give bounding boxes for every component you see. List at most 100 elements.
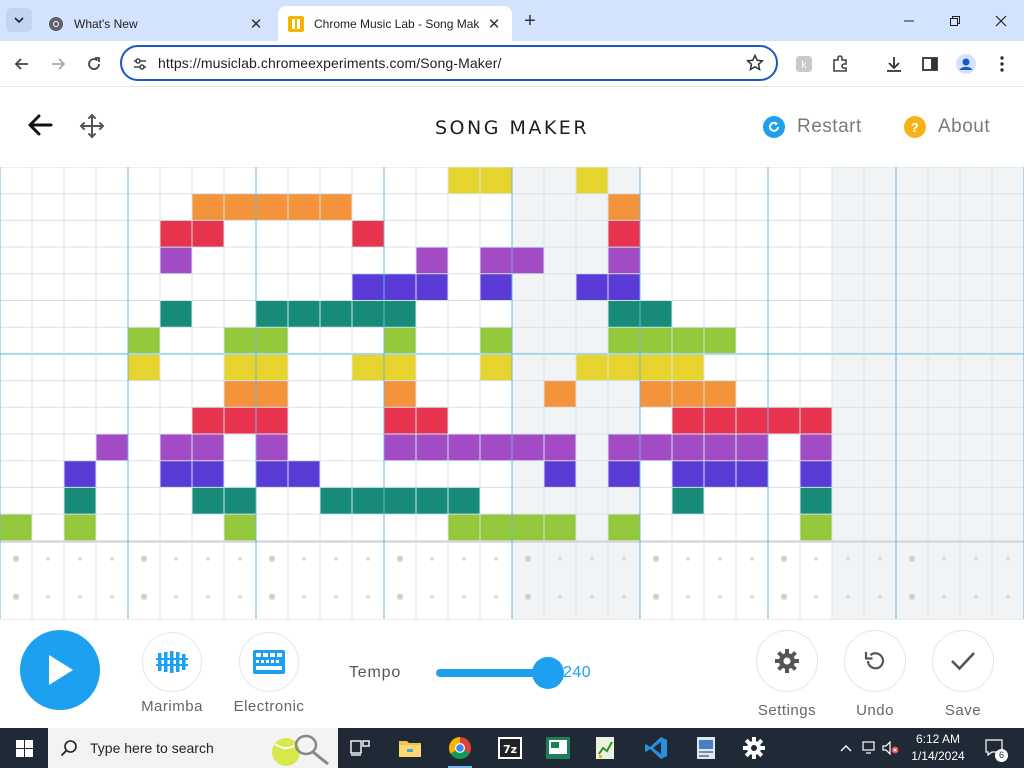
note-cell[interactable] bbox=[352, 300, 384, 328]
note-cell[interactable] bbox=[384, 300, 416, 328]
extension-icon[interactable]: k bbox=[794, 54, 814, 74]
chrome-app[interactable] bbox=[440, 728, 480, 768]
url-text[interactable]: https://musiclab.chromeexperiments.com/S… bbox=[158, 55, 501, 71]
marimba-button[interactable] bbox=[142, 632, 202, 692]
note-cell[interactable] bbox=[448, 487, 480, 515]
note-cell[interactable] bbox=[800, 407, 832, 434]
note-cell[interactable] bbox=[192, 460, 224, 488]
note-cell[interactable] bbox=[672, 353, 704, 381]
undo-control[interactable]: Undo bbox=[835, 630, 915, 719]
tab-search-button[interactable] bbox=[6, 8, 32, 32]
note-cell[interactable] bbox=[256, 353, 288, 381]
close-tab-icon[interactable]: ✕ bbox=[484, 14, 504, 34]
note-cell[interactable] bbox=[672, 327, 704, 354]
note-cell[interactable] bbox=[224, 487, 256, 515]
note-cell[interactable] bbox=[288, 460, 320, 488]
note-cell[interactable] bbox=[352, 273, 384, 301]
note-cell[interactable] bbox=[288, 193, 320, 221]
note-cell[interactable] bbox=[640, 300, 672, 328]
note-cell[interactable] bbox=[288, 300, 320, 328]
notification-center[interactable]: 6 bbox=[982, 728, 1008, 768]
note-cell[interactable] bbox=[160, 460, 192, 488]
note-cell[interactable] bbox=[160, 220, 192, 248]
note-cell[interactable] bbox=[704, 434, 736, 461]
tempo-slider-thumb[interactable] bbox=[531, 657, 564, 689]
note-cell[interactable] bbox=[384, 327, 416, 354]
percussion-cell[interactable] bbox=[942, 594, 946, 599]
note-cell[interactable] bbox=[256, 327, 288, 354]
forward-button[interactable] bbox=[44, 50, 72, 78]
note-cell[interactable] bbox=[352, 487, 384, 515]
undo-button[interactable] bbox=[844, 630, 906, 692]
note-cell[interactable] bbox=[800, 434, 832, 461]
extensions-button[interactable] bbox=[830, 54, 850, 74]
percussion-cell[interactable] bbox=[878, 556, 882, 561]
percussion-cell[interactable] bbox=[781, 555, 787, 562]
note-cell[interactable] bbox=[480, 353, 512, 381]
percussion-cell[interactable] bbox=[462, 594, 466, 599]
note-cell[interactable] bbox=[352, 353, 384, 381]
note-cell[interactable] bbox=[480, 167, 512, 194]
note-cell[interactable] bbox=[352, 220, 384, 248]
note-cell[interactable] bbox=[256, 300, 288, 328]
note-cell[interactable] bbox=[128, 353, 160, 381]
site-info-icon[interactable] bbox=[132, 56, 148, 72]
note-cell[interactable] bbox=[480, 434, 512, 461]
note-cell[interactable] bbox=[672, 460, 704, 488]
presentation-app[interactable] bbox=[538, 728, 578, 768]
percussion-cell[interactable] bbox=[686, 594, 690, 599]
note-cell[interactable] bbox=[704, 407, 736, 434]
save-button[interactable] bbox=[932, 630, 994, 692]
note-cell[interactable] bbox=[224, 327, 256, 354]
note-cell[interactable] bbox=[512, 434, 544, 461]
spreadsheet-app[interactable] bbox=[586, 728, 626, 768]
note-cell[interactable] bbox=[512, 514, 544, 541]
percussion-cell[interactable] bbox=[622, 556, 626, 561]
percussion-cell[interactable] bbox=[750, 556, 754, 561]
file-explorer-app[interactable] bbox=[390, 728, 430, 768]
note-cell[interactable] bbox=[192, 487, 224, 515]
about-button[interactable]: ? About bbox=[904, 115, 990, 139]
percussion-cell[interactable] bbox=[525, 555, 531, 562]
note-cell[interactable] bbox=[576, 167, 608, 194]
note-cell[interactable] bbox=[608, 460, 640, 488]
percussion-cell[interactable] bbox=[46, 594, 50, 599]
percussion-cell[interactable] bbox=[238, 594, 242, 599]
note-cell[interactable] bbox=[384, 380, 416, 408]
note-cell[interactable] bbox=[800, 514, 832, 541]
document-app[interactable] bbox=[686, 728, 726, 768]
note-cell[interactable] bbox=[320, 193, 352, 221]
start-button[interactable] bbox=[0, 728, 48, 768]
percussion-cell[interactable] bbox=[718, 556, 722, 561]
note-cell[interactable] bbox=[704, 460, 736, 488]
percussion-cell[interactable] bbox=[1006, 594, 1010, 599]
percussion-cell[interactable] bbox=[141, 555, 147, 562]
note-cell[interactable] bbox=[0, 514, 32, 541]
note-cell[interactable] bbox=[640, 434, 672, 461]
note-cell[interactable] bbox=[672, 434, 704, 461]
percussion-cell[interactable] bbox=[653, 593, 659, 600]
note-cell[interactable] bbox=[608, 193, 640, 221]
note-cell[interactable] bbox=[64, 460, 96, 488]
note-cell[interactable] bbox=[736, 434, 768, 461]
grid-canvas[interactable] bbox=[0, 167, 1024, 619]
note-cell[interactable] bbox=[416, 434, 448, 461]
note-cell[interactable] bbox=[544, 380, 576, 408]
percussion-cell[interactable] bbox=[525, 593, 531, 600]
settings-control[interactable]: Settings bbox=[747, 630, 827, 719]
percussion-cell[interactable] bbox=[846, 594, 850, 599]
note-cell[interactable] bbox=[256, 407, 288, 434]
note-cell[interactable] bbox=[96, 434, 128, 461]
note-cell[interactable] bbox=[672, 487, 704, 515]
percussion-cell[interactable] bbox=[366, 594, 370, 599]
note-cell[interactable] bbox=[416, 487, 448, 515]
percussion-cell[interactable] bbox=[366, 556, 370, 561]
percussion-cell[interactable] bbox=[750, 594, 754, 599]
percussion-cell[interactable] bbox=[590, 594, 594, 599]
note-cell[interactable] bbox=[576, 353, 608, 381]
tab-whats-new[interactable]: What's New ✕ bbox=[38, 6, 274, 41]
percussion-cell[interactable] bbox=[206, 556, 210, 561]
note-cell[interactable] bbox=[224, 407, 256, 434]
restore-button[interactable] bbox=[932, 0, 978, 41]
note-cell[interactable] bbox=[160, 300, 192, 328]
